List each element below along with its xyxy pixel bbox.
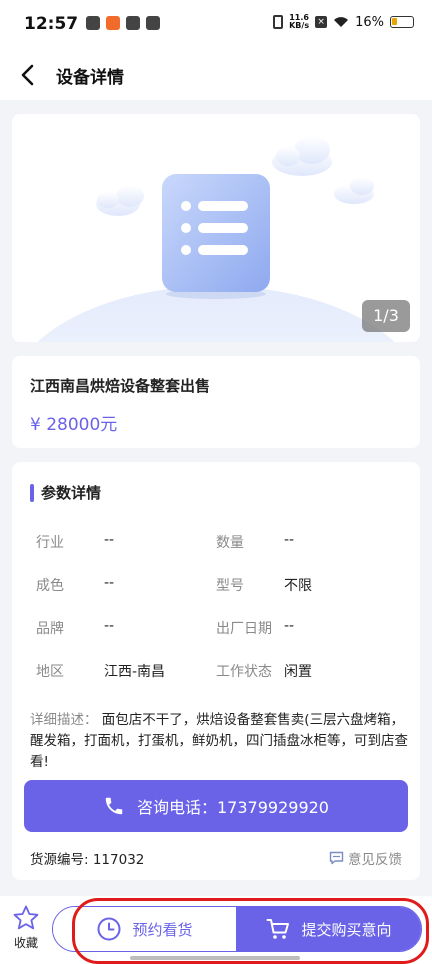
section-accent-bar (30, 483, 34, 502)
product-price: ¥ 28000元 (30, 415, 118, 435)
appointment-button[interactable]: 预约看货 (53, 907, 236, 951)
wifi-icon (334, 17, 349, 27)
no-sim-icon: × (315, 16, 328, 28)
call-button[interactable]: 咨询电话：17379929920 (24, 780, 408, 832)
param-value: 江西-南昌 (104, 664, 166, 680)
param-value: -- (104, 575, 115, 591)
param-value: 不限 (284, 578, 312, 594)
status-bar: 12:57 11.6 KB/s × 16% (0, 0, 432, 50)
gallery-page-indicator: 1/3 (362, 300, 410, 332)
mail-icon (126, 16, 140, 30)
app-root: 12:57 11.6 KB/s × 16% 设备详情 1/3 江西南昌烘焙设备整… (0, 0, 432, 964)
submit-purchase-intent-button[interactable]: 提交购买意向 (236, 907, 421, 951)
source-number: 货源编号: 117032 (30, 852, 145, 868)
app-notification-icon (146, 16, 160, 30)
appointment-label: 预约看货 (132, 920, 193, 939)
param-label: 工作状态 (216, 664, 272, 680)
net-speed-unit: KB/s (289, 21, 310, 30)
network-speed: 11.6 KB/s (289, 14, 309, 30)
param-label: 出厂日期 (216, 621, 272, 637)
param-label: 成色 (36, 578, 64, 594)
notification-icons (86, 16, 160, 30)
param-label: 品牌 (36, 621, 64, 637)
param-label: 型号 (216, 578, 244, 594)
call-button-label: 咨询电话：17379929920 (137, 798, 329, 817)
params-card: 参数详情 行业 -- 数量 -- 成色 -- 型号 不限 品牌 -- 出厂日期 … (12, 462, 420, 880)
param-value: -- (104, 532, 115, 548)
status-time: 12:57 (24, 14, 79, 34)
app-notification-icon (106, 16, 120, 30)
param-value: -- (284, 618, 295, 634)
image-gallery[interactable]: 1/3 (12, 114, 420, 342)
section-header: 参数详情 (30, 482, 101, 503)
param-value: -- (104, 618, 115, 634)
chevron-left-icon (21, 64, 34, 86)
page-title: 设备详情 (56, 68, 124, 88)
favorite-label: 收藏 (13, 936, 38, 950)
description: 详细描述： 面包店不干了，烘焙设备整套售卖(三层六盘烤箱，醒发箱，打面机，打蛋机… (30, 710, 408, 773)
product-summary-card: 江西南昌烘焙设备整套出售 ¥ 28000元 (12, 356, 420, 448)
param-value: -- (284, 532, 295, 548)
bottom-action-bar: 收藏 预约看货 提交购买意向 (0, 896, 432, 964)
battery-percent: 16% (355, 14, 384, 30)
product-title: 江西南昌烘焙设备整套出售 (30, 377, 211, 395)
status-right: 11.6 KB/s × 16% (273, 14, 414, 30)
action-button-group: 预约看货 提交购买意向 (52, 906, 422, 952)
feedback-label: 意见反馈 (348, 852, 402, 868)
nav-bar: 设备详情 (0, 50, 432, 100)
feedback-icon (329, 851, 344, 865)
phone-icon (105, 797, 123, 815)
cart-icon (266, 919, 290, 939)
vibrate-icon (273, 15, 284, 29)
back-button[interactable] (14, 60, 44, 90)
submit-label: 提交购买意向 (301, 920, 392, 939)
favorite-button[interactable]: 收藏 (6, 904, 46, 958)
param-label: 数量 (216, 535, 244, 551)
section-title: 参数详情 (41, 484, 102, 502)
star-icon (13, 905, 39, 930)
clock-icon (97, 917, 121, 941)
app-notification-icon (86, 16, 100, 30)
feedback-link[interactable]: 意见反馈 (329, 848, 402, 868)
param-label: 地区 (36, 664, 64, 680)
battery-icon (390, 16, 414, 28)
description-label: 详细描述： (30, 712, 98, 728)
param-label: 行业 (36, 535, 64, 551)
home-indicator (130, 956, 300, 960)
document-illustration (37, 136, 395, 342)
param-value: 闲置 (284, 664, 312, 680)
